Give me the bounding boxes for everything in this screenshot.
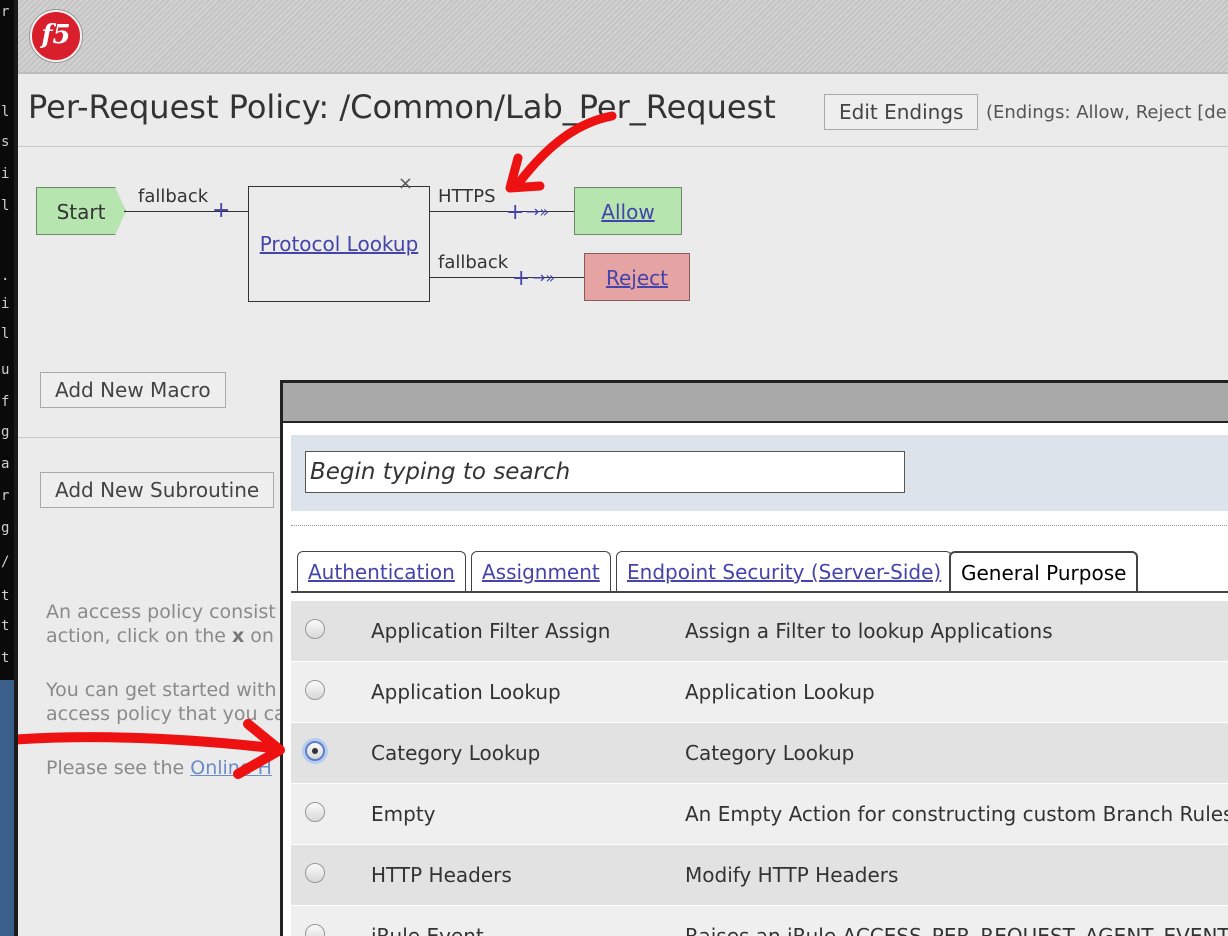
add-new-macro-button[interactable]: Add New Macro [40,372,226,408]
item-name: HTTP Headers [371,863,512,887]
terminal-bottom-panel [0,680,14,936]
list-item[interactable]: Application Lookup Application Lookup [291,662,1228,723]
list-item[interactable]: Category Lookup Category Lookup [291,723,1228,784]
add-item-plus-icon[interactable]: + [512,268,530,290]
annotation-arrow-icon [18,719,285,779]
radio-button[interactable] [305,619,325,639]
page-title: Per-Request Policy: /Common/Lab_Per_Requ… [28,88,776,126]
tab-underline [291,591,1228,593]
list-item[interactable]: Empty An Empty Action for constructing c… [291,784,1228,845]
list-item[interactable]: HTTP Headers Modify HTTP Headers [291,845,1228,906]
item-list: Application Filter Assign Assign a Filte… [291,601,1228,936]
https-connector [430,211,576,212]
search-input[interactable] [305,451,905,493]
reject-ending[interactable]: Reject [584,253,690,301]
annotation-arrow-icon [505,111,617,193]
close-icon[interactable]: × [398,173,413,194]
tab-general-purpose[interactable]: General Purpose [949,551,1139,591]
title-divider [18,146,1228,147]
help-text-fragment: action, click on the [46,625,232,647]
start-node: Start [36,187,126,235]
item-description: Raises an iRule ACCESS_PER_REQUEST_AGENT… [685,924,1228,936]
tab-assignment[interactable]: Assignment [471,551,611,591]
fallback-branch-label: fallback [438,252,509,273]
item-description: Modify HTTP Headers [685,863,899,887]
ending-arrow-icon: →» [526,202,550,221]
search-panel [291,435,1228,511]
item-name: Category Lookup [371,741,541,765]
item-description: An Empty Action for constructing custom … [685,802,1228,826]
protocol-lookup-link[interactable]: Protocol Lookup [249,232,429,256]
list-item[interactable]: Application Filter Assign Assign a Filte… [291,601,1228,662]
help-line: An access policy consist [46,601,276,623]
add-new-subroutine-button[interactable]: Add New Subroutine [40,472,275,508]
protocol-lookup-action[interactable]: × Protocol Lookup [248,173,430,302]
https-branch-label: HTTPS [438,186,496,207]
dialog-titlebar[interactable] [283,383,1228,423]
item-name: Empty [371,802,436,826]
add-item-plus-icon[interactable]: + [212,200,230,222]
tab-endpoint-security[interactable]: Endpoint Security (Server-Side) [616,551,953,591]
help-text-bold: x [231,625,245,647]
radio-button[interactable] [305,863,325,883]
f5-logo: f5 [30,10,82,62]
help-text-fragment: on [244,625,274,647]
start-branch-label: fallback [138,186,209,207]
radio-button-selected[interactable] [305,741,325,761]
list-item[interactable]: iRule Event Raises an iRule ACCESS_PER_R… [291,906,1228,936]
reject-ending-link[interactable]: Reject [606,266,668,290]
help-line: You can get started with [46,679,277,701]
radio-button[interactable] [305,924,325,936]
endings-note: (Endings: Allow, Reject [de [986,102,1227,123]
help-text: An access policy consist action, click o… [46,600,276,648]
allow-ending-link[interactable]: Allow [601,200,654,224]
edit-endings-button[interactable]: Edit Endings [824,94,979,130]
item-description: Application Lookup [685,680,875,704]
help-line: action, click on the x on [46,624,276,648]
fallback-connector [430,277,586,278]
item-description: Category Lookup [685,741,855,765]
radio-button[interactable] [305,680,325,700]
header-banner: f5 [18,0,1228,74]
item-name: Application Lookup [371,680,561,704]
app-window: f5 Per-Request Policy: /Common/Lab_Per_R… [18,0,1228,936]
item-name: iRule Event [371,924,484,936]
item-name: Application Filter Assign [371,619,611,643]
dotted-divider [291,525,1228,526]
radio-button[interactable] [305,802,325,822]
add-item-plus-icon[interactable]: + [506,202,524,224]
ending-arrow-icon: →» [532,268,556,287]
add-item-dialog: Authentication Assignment Endpoint Secur… [280,380,1228,936]
tab-authentication[interactable]: Authentication [297,551,466,591]
item-description: Assign a Filter to lookup Applications [685,619,1053,643]
